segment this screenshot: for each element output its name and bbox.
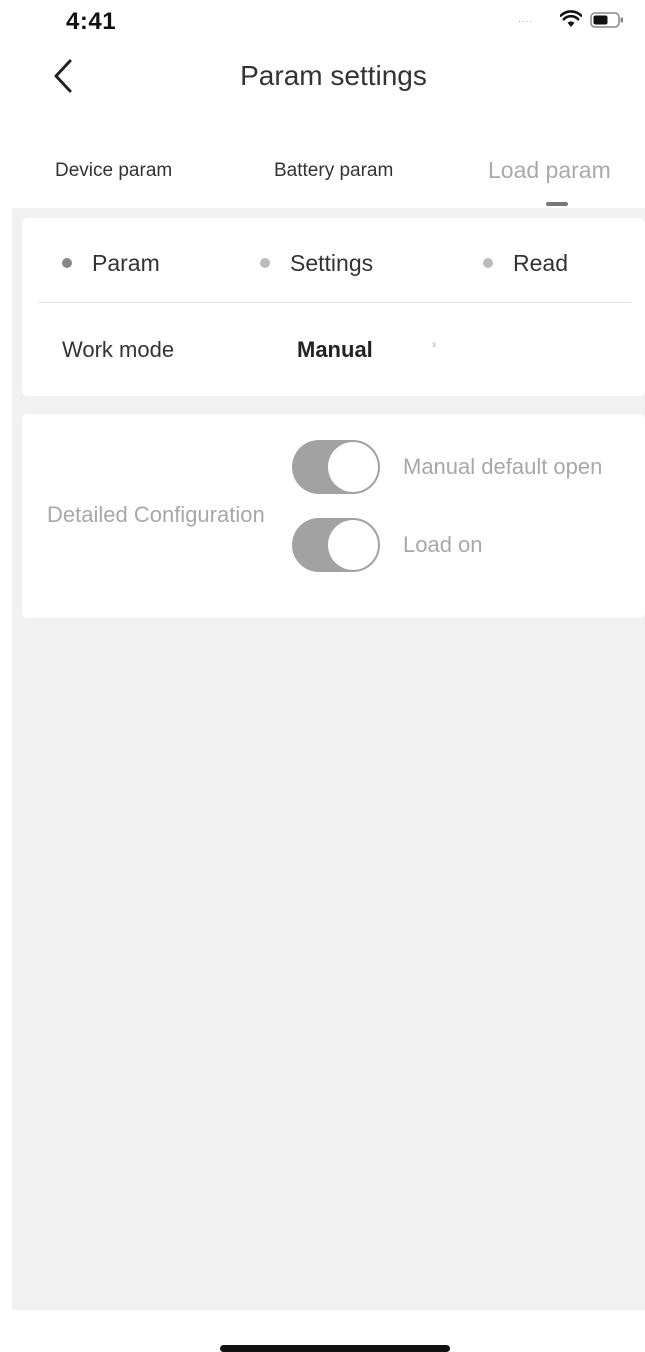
detailed-configuration-card: Detailed Configuration Manual default op… <box>22 414 645 618</box>
manual-default-open-toggle[interactable] <box>292 440 380 494</box>
param-card: Param Settings Read Work mode Manual ᵌ <box>22 218 645 396</box>
tab-battery-param[interactable]: Battery param <box>274 160 393 182</box>
step-settings: Settings <box>260 250 373 277</box>
load-on-toggle[interactable] <box>292 518 380 572</box>
navigation-bar: Param settings <box>0 40 645 114</box>
tab-device-param[interactable]: Device param <box>55 160 172 182</box>
home-indicator <box>220 1345 450 1352</box>
status-time: 4:41 <box>66 8 117 35</box>
status-bar: 4:41 .... <box>0 0 645 40</box>
content-area: Param Settings Read Work mode Manual ᵌ D… <box>12 208 645 1310</box>
param-tabs: Device param Battery param Load param <box>0 140 645 208</box>
step-label: Read <box>513 250 568 276</box>
toggle-knob <box>328 442 378 492</box>
work-mode-row: Work mode Manual ᵌ <box>22 303 645 396</box>
dropdown-caret-icon[interactable]: ᵌ <box>432 339 436 353</box>
step-dot <box>483 257 493 268</box>
step-dot <box>62 257 72 268</box>
active-tab-indicator <box>546 202 568 206</box>
step-param: Param <box>62 250 160 277</box>
tab-load-param[interactable]: Load param <box>488 157 611 184</box>
wifi-icon <box>560 10 582 27</box>
signal-icon: .... <box>518 14 534 25</box>
step-label: Settings <box>290 250 374 276</box>
page-title: Param settings <box>240 60 427 91</box>
step-indicator: Param Settings Read <box>22 218 645 302</box>
step-label: Param <box>92 250 160 276</box>
manual-default-open-label: Manual default open <box>403 454 603 479</box>
toggle-knob <box>328 520 378 570</box>
step-read: Read <box>483 250 568 277</box>
battery-icon <box>590 12 623 28</box>
detailed-configuration-label: Detailed Configuration <box>47 502 265 527</box>
load-on-label: Load on <box>403 532 483 557</box>
param-settings-screen: 4:41 .... Param settings Device param Ba… <box>0 0 645 1352</box>
step-dot <box>260 257 270 268</box>
work-mode-select[interactable]: Manual <box>297 337 373 363</box>
work-mode-label: Work mode <box>62 337 175 362</box>
